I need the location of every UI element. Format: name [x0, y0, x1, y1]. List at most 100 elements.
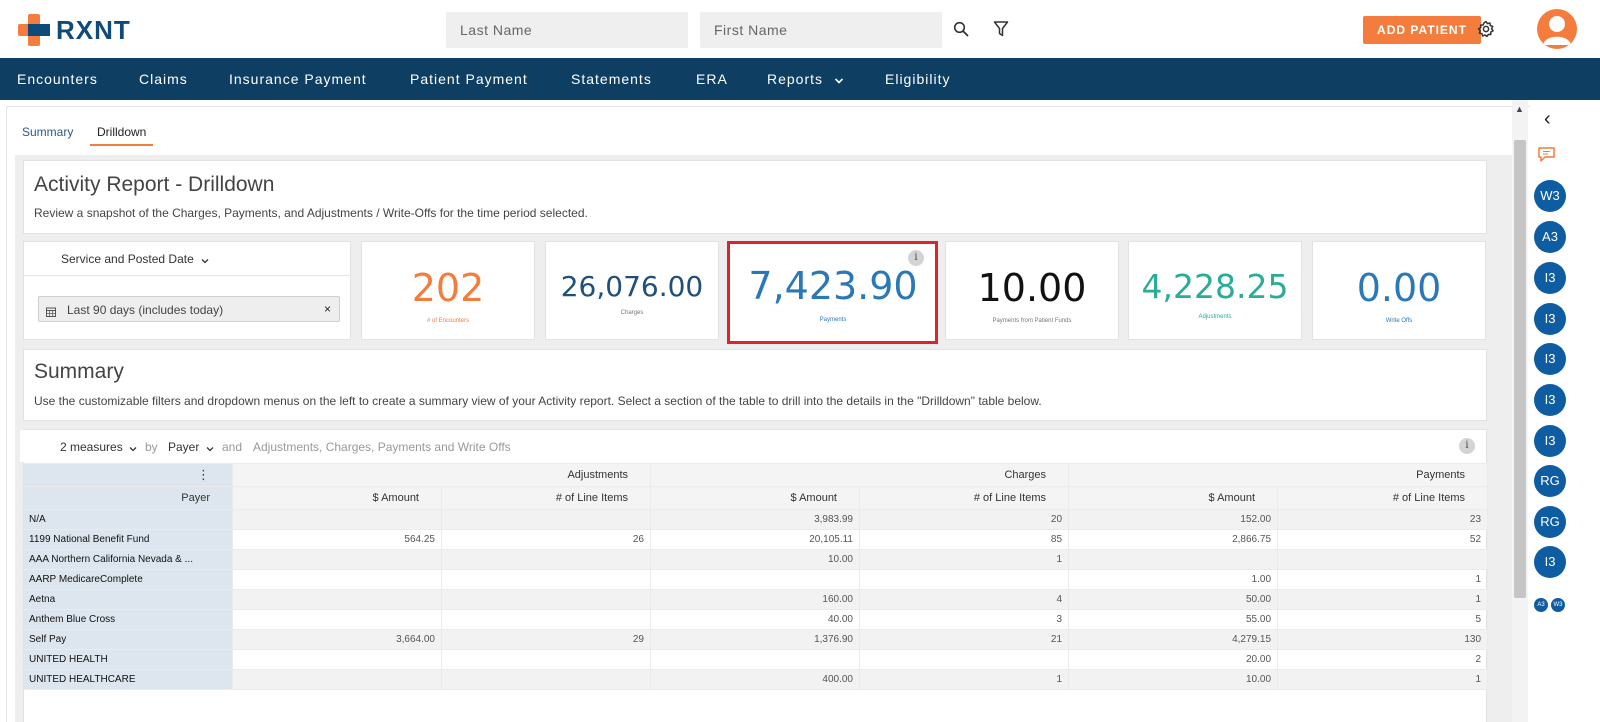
rail-mini-badge[interactable]: A3: [1534, 598, 1548, 612]
nav-era[interactable]: ERA: [696, 58, 728, 100]
gear-icon[interactable]: [1475, 18, 1497, 40]
value-cell[interactable]: 52: [1277, 529, 1489, 550]
value-cell[interactable]: 152.00: [1068, 509, 1279, 530]
rail-badge[interactable]: RG: [1534, 465, 1566, 497]
group-header-payments[interactable]: Payments: [1068, 463, 1489, 487]
info-icon[interactable]: i: [1459, 438, 1475, 454]
nav-statements[interactable]: Statements: [571, 58, 652, 100]
rail-badge[interactable]: I3: [1534, 343, 1566, 375]
table-row[interactable]: AARP MedicareComplete 1.00 1: [22, 569, 1489, 590]
value-cell[interactable]: [232, 509, 442, 530]
nav-patient-payment[interactable]: Patient Payment: [410, 58, 528, 100]
tab-drilldown[interactable]: Drilldown: [90, 125, 154, 146]
rail-badge[interactable]: A3: [1534, 221, 1566, 253]
value-cell[interactable]: 1: [1277, 589, 1489, 610]
payer-cell[interactable]: N/A: [22, 509, 233, 530]
value-cell[interactable]: [232, 649, 442, 670]
value-cell[interactable]: 160.00: [650, 589, 860, 610]
value-cell[interactable]: 400.00: [650, 669, 860, 690]
value-cell[interactable]: [441, 509, 651, 530]
value-cell[interactable]: [441, 649, 651, 670]
value-cell[interactable]: [650, 569, 860, 590]
value-cell[interactable]: 4: [858, 589, 1070, 610]
value-cell[interactable]: [441, 589, 651, 610]
value-cell[interactable]: [650, 649, 860, 670]
payer-dropdown[interactable]: Payer: [168, 440, 214, 455]
kpi-card-write-offs[interactable]: 0.00 Write Offs: [1312, 241, 1486, 340]
table-row[interactable]: AAA Northern California Nevada & ... 10.…: [22, 549, 1489, 570]
value-cell[interactable]: 5: [1277, 609, 1489, 630]
value-cell[interactable]: [1277, 549, 1489, 570]
value-cell[interactable]: [441, 609, 651, 630]
payer-cell[interactable]: 1199 National Benefit Fund: [22, 529, 233, 550]
rail-badge[interactable]: W3: [1534, 180, 1566, 212]
sub-header-amount[interactable]: $ Amount: [1068, 486, 1279, 510]
value-cell[interactable]: 20.00: [1068, 649, 1279, 670]
value-cell[interactable]: 29: [441, 629, 651, 650]
value-cell[interactable]: 2: [1277, 649, 1489, 670]
value-cell[interactable]: 1,376.90: [650, 629, 860, 650]
value-cell[interactable]: [232, 669, 442, 690]
columns-selector[interactable]: Adjustments, Charges, Payments and Write…: [253, 440, 511, 454]
payer-cell[interactable]: UNITED HEALTH: [22, 649, 233, 670]
value-cell[interactable]: [441, 669, 651, 690]
rail-badge[interactable]: I3: [1534, 303, 1566, 335]
nav-eligibility[interactable]: Eligibility: [885, 58, 950, 100]
rail-badge[interactable]: I3: [1534, 546, 1566, 578]
kpi-card-encounters[interactable]: 202 # of Encounters: [361, 241, 535, 340]
sub-header-line-items[interactable]: # of Line Items: [858, 486, 1070, 510]
pivot-menu-icon[interactable]: ⋮: [22, 463, 233, 487]
value-cell[interactable]: 564.25: [232, 529, 442, 550]
nav-claims[interactable]: Claims: [139, 58, 188, 100]
value-cell[interactable]: 10.00: [1068, 669, 1279, 690]
clear-date-icon[interactable]: ×: [324, 302, 331, 316]
table-row[interactable]: UNITED HEALTHCARE 400.00 1 10.00 1: [22, 669, 1489, 690]
sub-header-line-items[interactable]: # of Line Items: [441, 486, 651, 510]
table-row[interactable]: N/A 3,983.99 20 152.00 23: [22, 509, 1489, 530]
nav-encounters[interactable]: Encounters: [17, 58, 98, 100]
value-cell[interactable]: 26: [441, 529, 651, 550]
table-row[interactable]: Aetna 160.00 4 50.00 1: [22, 589, 1489, 610]
value-cell[interactable]: 4,279.15: [1068, 629, 1279, 650]
collapse-rail-icon[interactable]: ‹: [1544, 108, 1551, 131]
search-icon[interactable]: [950, 18, 972, 40]
value-cell[interactable]: [232, 609, 442, 630]
group-header-charges[interactable]: Charges: [649, 463, 1070, 487]
payer-cell[interactable]: Anthem Blue Cross: [22, 609, 233, 630]
nav-insurance-payment[interactable]: Insurance Payment: [229, 58, 367, 100]
value-cell[interactable]: [1068, 549, 1279, 570]
value-cell[interactable]: 20: [858, 509, 1070, 530]
table-row[interactable]: 1199 National Benefit Fund 564.25 26 20,…: [22, 529, 1489, 550]
value-cell[interactable]: 40.00: [650, 609, 860, 630]
rxnt-logo[interactable]: RXNT: [18, 14, 131, 46]
filter-icon[interactable]: [990, 18, 1012, 40]
kpi-card-charges[interactable]: 26,076.00 Charges: [545, 241, 719, 340]
table-row[interactable]: Anthem Blue Cross 40.00 3 55.00 5: [22, 609, 1489, 630]
value-cell[interactable]: 23: [1277, 509, 1489, 530]
value-cell[interactable]: 21: [858, 629, 1070, 650]
first-name-input[interactable]: [700, 12, 942, 48]
payer-column-header[interactable]: Payer: [22, 486, 233, 510]
payer-cell[interactable]: AAA Northern California Nevada & ...: [22, 549, 233, 570]
group-header-adjustments[interactable]: Adjustments: [232, 463, 651, 487]
kpi-card-patient-funds[interactable]: 10.00 Payments from Patient Funds: [945, 241, 1119, 340]
payer-cell[interactable]: Aetna: [22, 589, 233, 610]
value-cell[interactable]: [232, 569, 442, 590]
date-filter-dropdown[interactable]: Service and Posted Date: [61, 252, 209, 267]
value-cell[interactable]: [441, 549, 651, 570]
sub-header-line-items[interactable]: # of Line Items: [1277, 486, 1489, 510]
value-cell[interactable]: 10.00: [650, 549, 860, 570]
rail-badge[interactable]: I3: [1534, 384, 1566, 416]
payer-cell[interactable]: AARP MedicareComplete: [22, 569, 233, 590]
date-range-chip[interactable]: Last 90 days (includes today) ×: [38, 296, 340, 322]
rail-badge[interactable]: RG: [1534, 506, 1566, 538]
value-cell[interactable]: 50.00: [1068, 589, 1279, 610]
value-cell[interactable]: 1: [858, 669, 1070, 690]
rail-mini-badge[interactable]: W3: [1551, 598, 1565, 612]
scrollbar-thumb[interactable]: [1514, 140, 1526, 598]
value-cell[interactable]: 1: [858, 549, 1070, 570]
rail-badge[interactable]: I3: [1534, 425, 1566, 457]
kpi-card-adjustments[interactable]: 4,228.25 Adjustments: [1128, 241, 1302, 340]
scroll-up-arrow[interactable]: ▲: [1515, 104, 1524, 114]
table-row[interactable]: Self Pay 3,664.00 29 1,376.90 21 4,279.1…: [22, 629, 1489, 650]
